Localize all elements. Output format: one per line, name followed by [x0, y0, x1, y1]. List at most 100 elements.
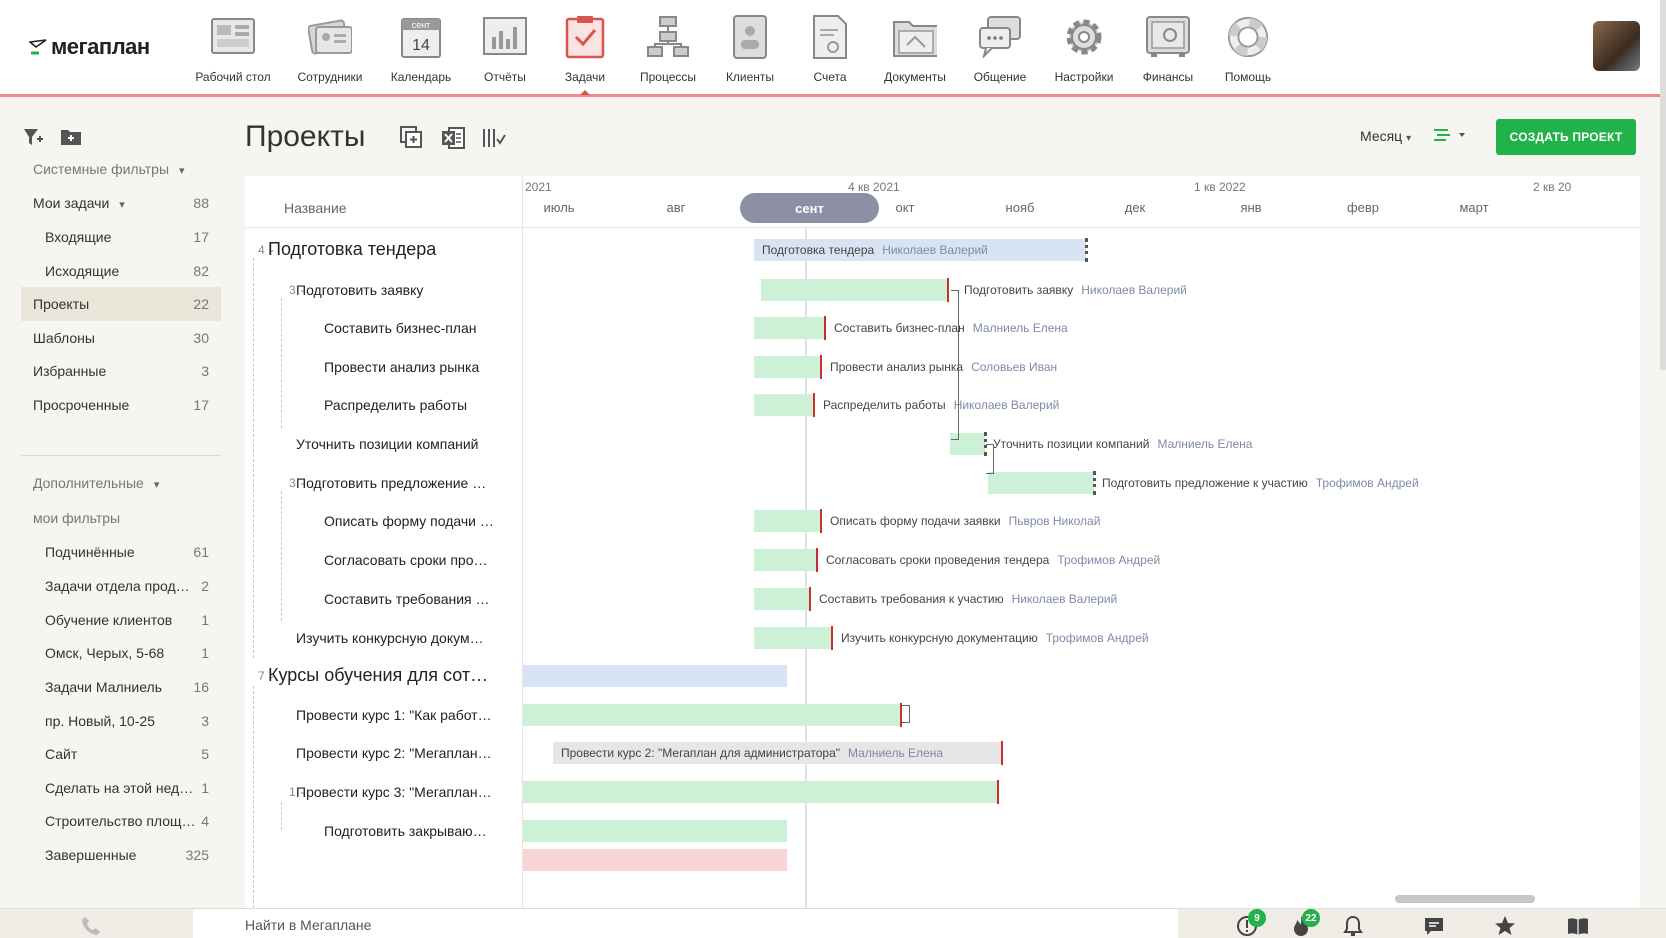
gantt-bar[interactable] [754, 393, 815, 417]
bar-responsible[interactable]: Малниель Елена [1157, 437, 1252, 451]
global-search-input[interactable]: Найти в Мегаплане [193, 909, 1178, 938]
bar-responsible[interactable]: Малниель Елена [973, 321, 1068, 335]
user-avatar[interactable] [1593, 21, 1640, 71]
sidebar-filter-item[interactable]: Задачи Малниель 16 [21, 670, 221, 704]
nav-documents[interactable]: Документы [870, 14, 960, 84]
gantt-bar[interactable] [754, 626, 833, 650]
task-name[interactable]: Согласовать сроки про… [324, 552, 497, 568]
sidebar-item-overdue[interactable]: Просроченные 17 [21, 388, 221, 422]
task-name[interactable]: Распределить работы [324, 397, 497, 413]
subtask-count[interactable]: 4 [258, 243, 265, 257]
gantt-bar[interactable] [754, 355, 822, 379]
nav-processes[interactable]: Процессы [623, 14, 713, 84]
folder-add-icon[interactable] [60, 127, 82, 147]
sidebar-filter-item[interactable]: Задачи отдела прод… 2 [21, 569, 221, 603]
copy-add-icon[interactable] [399, 125, 425, 151]
sidebar-filter-item[interactable]: Подчинённые 61 [21, 535, 221, 569]
month-label[interactable]: март [1434, 200, 1514, 215]
sidebar-filter-item[interactable]: Сделать на этой нед… 1 [21, 771, 221, 805]
nav-reports[interactable]: Отчёты [460, 14, 550, 84]
system-filters-header[interactable]: Системные фильтры ▾ [21, 152, 221, 186]
month-label[interactable]: февр [1323, 200, 1403, 215]
subtask-count[interactable]: 3 [289, 476, 296, 490]
nav-clients[interactable]: Клиенты [705, 14, 795, 84]
sidebar-item-favorites[interactable]: Избранные 3 [21, 354, 221, 388]
bar-responsible[interactable]: Трофимов Андрей [1057, 553, 1160, 567]
task-row[interactable]: 7 ⌄ Курсы обучения для сотр… [245, 655, 523, 696]
bar-responsible[interactable]: Трофимов Андрей [1316, 476, 1419, 490]
view-mode-select[interactable] [1432, 128, 1468, 147]
task-row[interactable]: Описать форму подачи … [245, 500, 523, 541]
gantt-bar[interactable] [761, 278, 949, 302]
task-name[interactable]: Провести курс 2: "Мегаплан… [296, 745, 497, 761]
bar-responsible[interactable]: Малниель Елена [848, 746, 943, 760]
month-label[interactable]: нояб [980, 200, 1060, 215]
gantt-bar[interactable] [523, 703, 902, 727]
task-row[interactable]: 3 ⌄ Подготовить заявку [245, 269, 523, 310]
task-row[interactable]: Провести курс 1: "Как работ… [245, 694, 523, 735]
month-label[interactable]: июль [519, 200, 599, 215]
task-name[interactable]: Изучить конкурсную докум… [296, 630, 497, 646]
period-select[interactable]: Месяц ▾ [1360, 128, 1411, 144]
nav-desktop[interactable]: Рабочий стол [188, 14, 278, 84]
bar-responsible[interactable]: Николаев Валерий [882, 243, 988, 257]
task-row[interactable]: Изучить конкурсную докум… [245, 617, 523, 658]
excel-export-icon[interactable] [440, 125, 466, 151]
bar-responsible[interactable]: Николаев Валерий [954, 398, 1060, 412]
sidebar-filter-item[interactable]: Завершенные 325 [21, 838, 221, 872]
bell-icon[interactable] [1342, 915, 1364, 937]
task-name[interactable]: Подготовить заявку [296, 282, 497, 298]
subtask-count[interactable]: 3 [289, 283, 296, 297]
columns-settings-icon[interactable] [481, 125, 507, 151]
task-name[interactable]: Курсы обучения для сотр… [268, 665, 497, 686]
nav-employees[interactable]: Сотрудники [285, 14, 375, 84]
alerts-button[interactable]: 9 [1236, 909, 1266, 937]
bar-responsible[interactable]: Николаев Валерий [1012, 592, 1118, 606]
task-name[interactable]: Подготовка тендера [268, 239, 497, 260]
task-name[interactable]: Уточнить позиции компаний [296, 436, 497, 452]
resize-handle[interactable] [1085, 238, 1088, 262]
task-name[interactable]: Подготовить предложение … [296, 475, 497, 491]
page-scrollbar[interactable] [1660, 0, 1666, 370]
task-name[interactable]: Составить требования … [324, 591, 497, 607]
sidebar-filter-item[interactable]: Строительство площ… 4 [21, 804, 221, 838]
sidebar-item-my-tasks[interactable]: Мои задачи ▾ 88 [21, 186, 221, 220]
nav-calendar[interactable]: сент 14 Календарь [376, 14, 466, 84]
subtask-count[interactable]: 7 [258, 669, 265, 683]
book-icon[interactable] [1567, 915, 1589, 937]
bar-responsible[interactable]: Соловьев Иван [971, 360, 1057, 374]
sidebar-item-incoming[interactable]: Входящие 17 [21, 220, 221, 254]
gantt-bar[interactable] [754, 548, 818, 572]
month-label[interactable]: авг [636, 200, 716, 215]
gantt-bar[interactable] [754, 316, 826, 340]
month-label[interactable]: янв [1211, 200, 1291, 215]
filter-add-icon[interactable] [23, 127, 43, 147]
bar-responsible[interactable]: Николаев Валерий [1081, 283, 1187, 297]
task-row[interactable]: Уточнить позиции компаний [245, 423, 523, 464]
extra-filters-header[interactable]: Дополнительные ▾ [21, 466, 221, 500]
task-row[interactable]: 3 ⌄ Подготовить предложение … [245, 462, 523, 503]
task-row[interactable]: 1 ⌄ Провести курс 3: "Мегаплан… [245, 771, 523, 812]
sidebar-item-projects[interactable]: Проекты 22 [21, 287, 221, 321]
bar-responsible[interactable]: Пьвров Николай [1009, 514, 1101, 528]
gantt-bar[interactable] [523, 780, 999, 804]
create-project-button[interactable]: СОЗДАТЬ ПРОЕКТ [1496, 119, 1636, 155]
nav-tasks[interactable]: Задачи [540, 14, 630, 95]
gantt-bar[interactable] [523, 849, 787, 871]
sidebar-filter-item[interactable]: пр. Новый, 10-25 3 [21, 704, 221, 738]
nav-finance[interactable]: Финансы [1123, 14, 1213, 84]
task-name[interactable]: Провести курс 3: "Мегаплан… [296, 784, 497, 800]
task-row[interactable]: 4 ⌄ Подготовка тендера [245, 229, 523, 270]
month-label[interactable]: окт [865, 200, 945, 215]
hot-tasks-button[interactable]: 22 [1290, 909, 1320, 937]
sidebar-filter-item[interactable]: Обучение клиентов 1 [21, 603, 221, 637]
task-row[interactable]: Составить бизнес-план [245, 307, 523, 348]
megaplan-logo[interactable]: мегаплан [29, 34, 150, 60]
nav-settings[interactable]: Настройки [1039, 14, 1129, 84]
task-row[interactable]: Распределить работы [245, 384, 523, 425]
task-row[interactable]: Подготовить закрываю… [245, 810, 523, 851]
gantt-bar[interactable] [988, 471, 1096, 495]
resize-handle[interactable] [1093, 471, 1096, 495]
task-name[interactable]: Составить бизнес-план [324, 320, 497, 336]
task-name[interactable]: Провести курс 1: "Как работ… [296, 707, 497, 723]
